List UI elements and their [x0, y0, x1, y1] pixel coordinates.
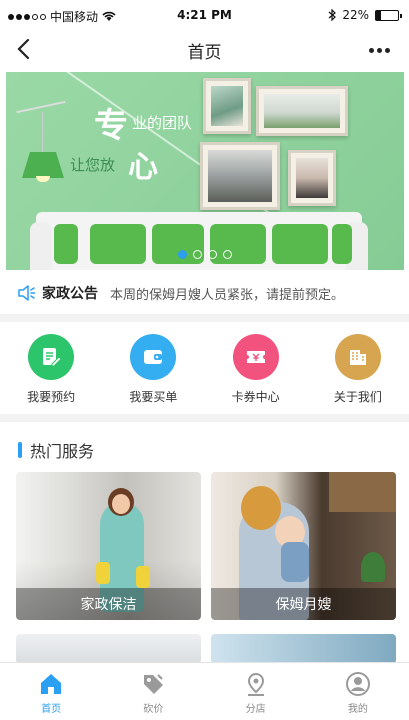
battery-percent: 22% [342, 8, 369, 22]
wallet-icon [144, 350, 163, 364]
section-header: 热门服务 [18, 438, 94, 462]
photo-frame [203, 78, 251, 134]
carousel-indicator [6, 250, 404, 259]
service-card-cleaning[interactable]: 家政保洁 [16, 472, 201, 620]
announcement-text: 本周的保姆月嫂人员紧张，请提前预定。 [110, 287, 345, 303]
photo-frame [256, 86, 348, 136]
section-accent-bar [18, 442, 22, 458]
quick-actions: 我要预约 我要买单 卡券中心 关于我们 [0, 322, 409, 412]
banner-headline-char-1: 专 [94, 106, 128, 146]
tab-bargain[interactable]: 砍价 [102, 663, 204, 720]
divider [0, 314, 409, 322]
service-card-partial[interactable] [16, 634, 201, 664]
action-icon-circle [130, 334, 177, 380]
action-label: 关于我们 [333, 390, 382, 404]
battery-info: 22% [328, 8, 402, 22]
tab-home[interactable]: 首页 [0, 663, 102, 720]
action-icon-circle [28, 334, 75, 380]
home-icon [41, 674, 62, 694]
action-coupons[interactable]: 卡券中心 [205, 322, 307, 412]
price-tag-icon [144, 674, 164, 694]
action-label: 我要买单 [129, 390, 178, 404]
building-icon [349, 350, 366, 365]
action-pay[interactable]: 我要买单 [102, 322, 204, 412]
action-icon-circle [334, 334, 381, 380]
tab-label: 砍价 [143, 704, 164, 715]
service-card-partial[interactable] [211, 634, 396, 664]
photo-frame [288, 150, 336, 206]
battery-icon [375, 9, 402, 21]
tab-label: 我的 [347, 704, 368, 715]
action-about[interactable]: 关于我们 [307, 322, 409, 412]
banner-headline-char-2: 心 [128, 150, 158, 185]
bottom-tab-bar: 首页 砍价 分店 我的 [0, 662, 409, 720]
divider [0, 414, 409, 422]
service-caption: 家政保洁 [16, 588, 201, 620]
banner-headline-text-2: 让您放 [70, 156, 116, 174]
more-options-icon[interactable] [369, 38, 395, 62]
document-edit-icon [43, 348, 62, 367]
tab-branches[interactable]: 分店 [205, 663, 307, 720]
coupon-yen-icon [246, 351, 265, 363]
action-label: 卡券中心 [231, 390, 280, 404]
section-title: 热门服务 [30, 442, 95, 461]
banner-carousel[interactable]: 专 业的团队 让您放 心 [6, 72, 404, 270]
action-book[interactable]: 我要预约 [0, 322, 102, 412]
location-pin-icon [247, 672, 264, 696]
carousel-dot[interactable] [193, 250, 202, 259]
tab-label: 首页 [41, 704, 62, 715]
banner-headline-text-1: 业的团队 [132, 114, 193, 132]
announcement-title: 家政公告 [42, 286, 98, 302]
navigation-bar: 首页 [0, 30, 409, 70]
announcement-bar[interactable]: 家政公告 本周的保姆月嫂人员紧张，请提前预定。 [0, 272, 409, 314]
carousel-dot[interactable] [223, 250, 232, 259]
photo-frame [200, 142, 280, 210]
page-title: 首页 [187, 43, 222, 63]
service-caption: 保姆月嫂 [211, 588, 396, 620]
tab-label: 分店 [245, 704, 266, 715]
bluetooth-icon [328, 9, 337, 21]
action-label: 我要预约 [27, 390, 76, 404]
speaker-icon [18, 285, 36, 301]
user-icon [345, 672, 370, 696]
carousel-dot[interactable] [178, 250, 187, 259]
action-icon-circle [232, 334, 279, 380]
carousel-dot[interactable] [208, 250, 217, 259]
service-card-nanny[interactable]: 保姆月嫂 [211, 472, 396, 620]
tab-profile[interactable]: 我的 [307, 663, 409, 720]
status-bar: 中国移动 4:21 PM 22% [0, 0, 409, 30]
